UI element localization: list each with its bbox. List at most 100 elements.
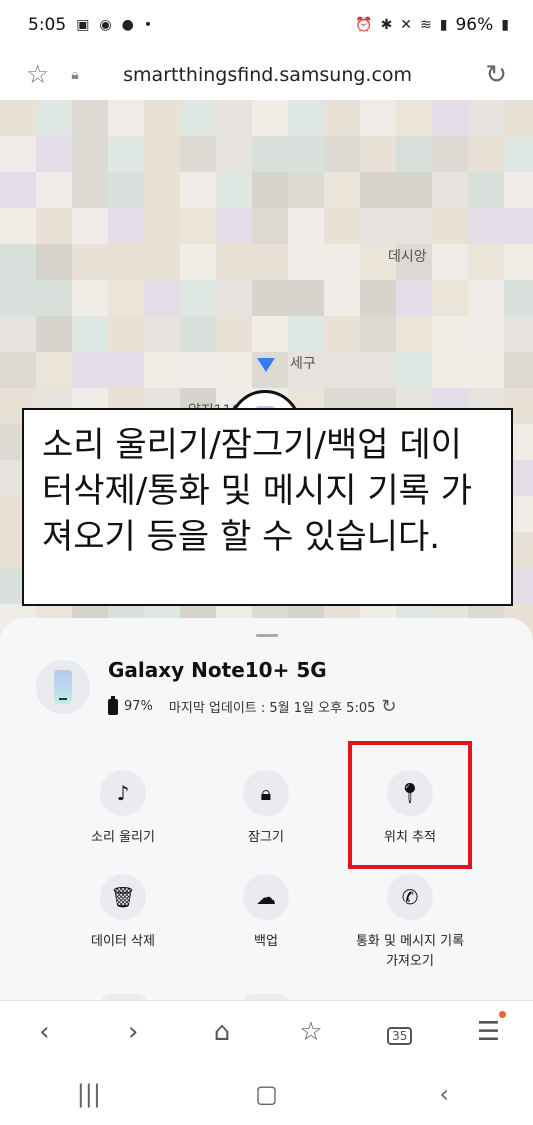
system-back-icon[interactable]: ‹	[414, 1080, 474, 1108]
map-tile	[432, 208, 468, 244]
reload-icon[interactable]: ↻	[485, 60, 507, 90]
map-tile	[144, 136, 180, 172]
action-lock[interactable]: 🔒︎ 잠그기	[186, 770, 346, 848]
action-retrieve-calls-messages[interactable]: ✆ 통화 및 메시지 기록 가져오기	[330, 874, 490, 972]
map-tile	[108, 100, 144, 136]
map-tile	[288, 244, 324, 280]
map-tile	[108, 244, 144, 280]
home-icon[interactable]: ⌂	[197, 1017, 247, 1047]
mute-icon: ✕	[400, 17, 413, 33]
bookmark-star-icon[interactable]: ☆	[26, 60, 60, 90]
wifi-icon: ≋	[420, 17, 432, 33]
battery-icon	[108, 695, 118, 715]
sheet-handle[interactable]	[256, 634, 278, 637]
recent-apps-icon[interactable]: |||	[59, 1080, 119, 1108]
action-label: 통화 및 메시지 기록 가져오기	[355, 934, 465, 969]
refresh-icon[interactable]: ↻	[381, 696, 396, 717]
highlight-box	[348, 741, 472, 869]
map-tile	[36, 172, 72, 208]
map-tile	[396, 316, 432, 352]
map-tile	[72, 172, 108, 208]
map-tile	[0, 352, 36, 388]
cloud-upload-icon: ☁	[243, 874, 289, 920]
map-tile	[0, 316, 36, 352]
action-backup[interactable]: ☁ 백업	[186, 874, 346, 952]
lock-icon[interactable]: 🔒︎	[60, 67, 90, 83]
map-tile	[432, 352, 468, 388]
map-tile	[360, 352, 396, 388]
map-tile	[72, 316, 108, 352]
map-tile	[324, 316, 360, 352]
music-note-icon: ♪	[100, 770, 146, 816]
url-bar: ☆ 🔒︎ smartthingsfind.samsung.com ↻	[0, 50, 533, 100]
map-tile	[432, 172, 468, 208]
map-tile	[288, 100, 324, 136]
map-tile	[396, 280, 432, 316]
home-button-icon[interactable]: ▢	[236, 1080, 296, 1108]
map-tile	[144, 244, 180, 280]
url-text[interactable]: smartthingsfind.samsung.com	[90, 64, 445, 86]
action-label: 잠그기	[248, 830, 284, 845]
last-update: 마지막 업데이트 : 5월 1일 오후 5:05	[168, 701, 376, 716]
map-tile	[288, 316, 324, 352]
device-sheet: Galaxy Note10+ 5G 97% 마지막 업데이트 : 5월 1일 오…	[0, 618, 533, 1004]
map-tile	[324, 100, 360, 136]
map-tile	[504, 172, 533, 208]
status-battery: 96%	[455, 15, 494, 35]
browser-toolbar: ‹ › ⌂ ☆ 35 ☰	[0, 1000, 533, 1062]
map-tile	[468, 316, 504, 352]
map-tile	[288, 172, 324, 208]
map-tile	[504, 352, 533, 388]
map-tile	[108, 280, 144, 316]
system-navigation: ||| ▢ ‹	[0, 1062, 533, 1125]
map-tile	[504, 136, 533, 172]
map-label: 데시앙	[388, 249, 427, 265]
map-tile	[396, 172, 432, 208]
map-tile	[216, 100, 252, 136]
map-tile	[180, 352, 216, 388]
map-tile	[468, 244, 504, 280]
map-tile	[36, 316, 72, 352]
map-tile	[252, 172, 288, 208]
back-icon[interactable]: ‹	[19, 1017, 69, 1047]
map-tile	[0, 208, 36, 244]
map-tile	[180, 208, 216, 244]
action-label: 데이터 삭제	[91, 934, 155, 949]
map-tile	[432, 316, 468, 352]
map-tile	[468, 352, 504, 388]
map-tile	[324, 280, 360, 316]
map-tile	[216, 316, 252, 352]
tabs-button[interactable]: 35	[375, 1017, 425, 1047]
map-tile	[504, 244, 533, 280]
action-ring[interactable]: ♪ 소리 울리기	[43, 770, 203, 848]
map-tile	[108, 136, 144, 172]
status-bar: 5:05 ▣ ◉ ● • ⏰ ✱ ✕ ≋ ▮ 96% ▮	[0, 0, 533, 50]
map-tile	[324, 244, 360, 280]
forward-icon[interactable]: ›	[108, 1017, 158, 1047]
map-tile	[504, 208, 533, 244]
map-tile	[108, 352, 144, 388]
map-tile	[144, 352, 180, 388]
device-name: Galaxy Note10+ 5G	[108, 658, 327, 682]
map-tile	[396, 208, 432, 244]
map-tile	[216, 208, 252, 244]
bookmarks-icon[interactable]: ☆	[286, 1017, 336, 1047]
map-tile	[0, 244, 36, 280]
map-tile	[72, 100, 108, 136]
talk-icon: ●	[121, 17, 134, 33]
action-label: 백업	[254, 934, 278, 949]
map-tile	[216, 172, 252, 208]
notification-dot	[498, 1010, 506, 1018]
map-tile	[0, 100, 36, 136]
device-battery: 97%	[124, 699, 153, 714]
map-tile	[36, 208, 72, 244]
action-erase-data[interactable]: 🗑︎ 데이터 삭제	[43, 874, 203, 952]
map-tile	[180, 316, 216, 352]
map-tile	[72, 208, 108, 244]
menu-icon[interactable]: ☰	[464, 1010, 514, 1047]
map-tile	[180, 172, 216, 208]
map-tile	[180, 280, 216, 316]
map-tile	[324, 136, 360, 172]
map-tile	[144, 280, 180, 316]
map-tile	[252, 136, 288, 172]
